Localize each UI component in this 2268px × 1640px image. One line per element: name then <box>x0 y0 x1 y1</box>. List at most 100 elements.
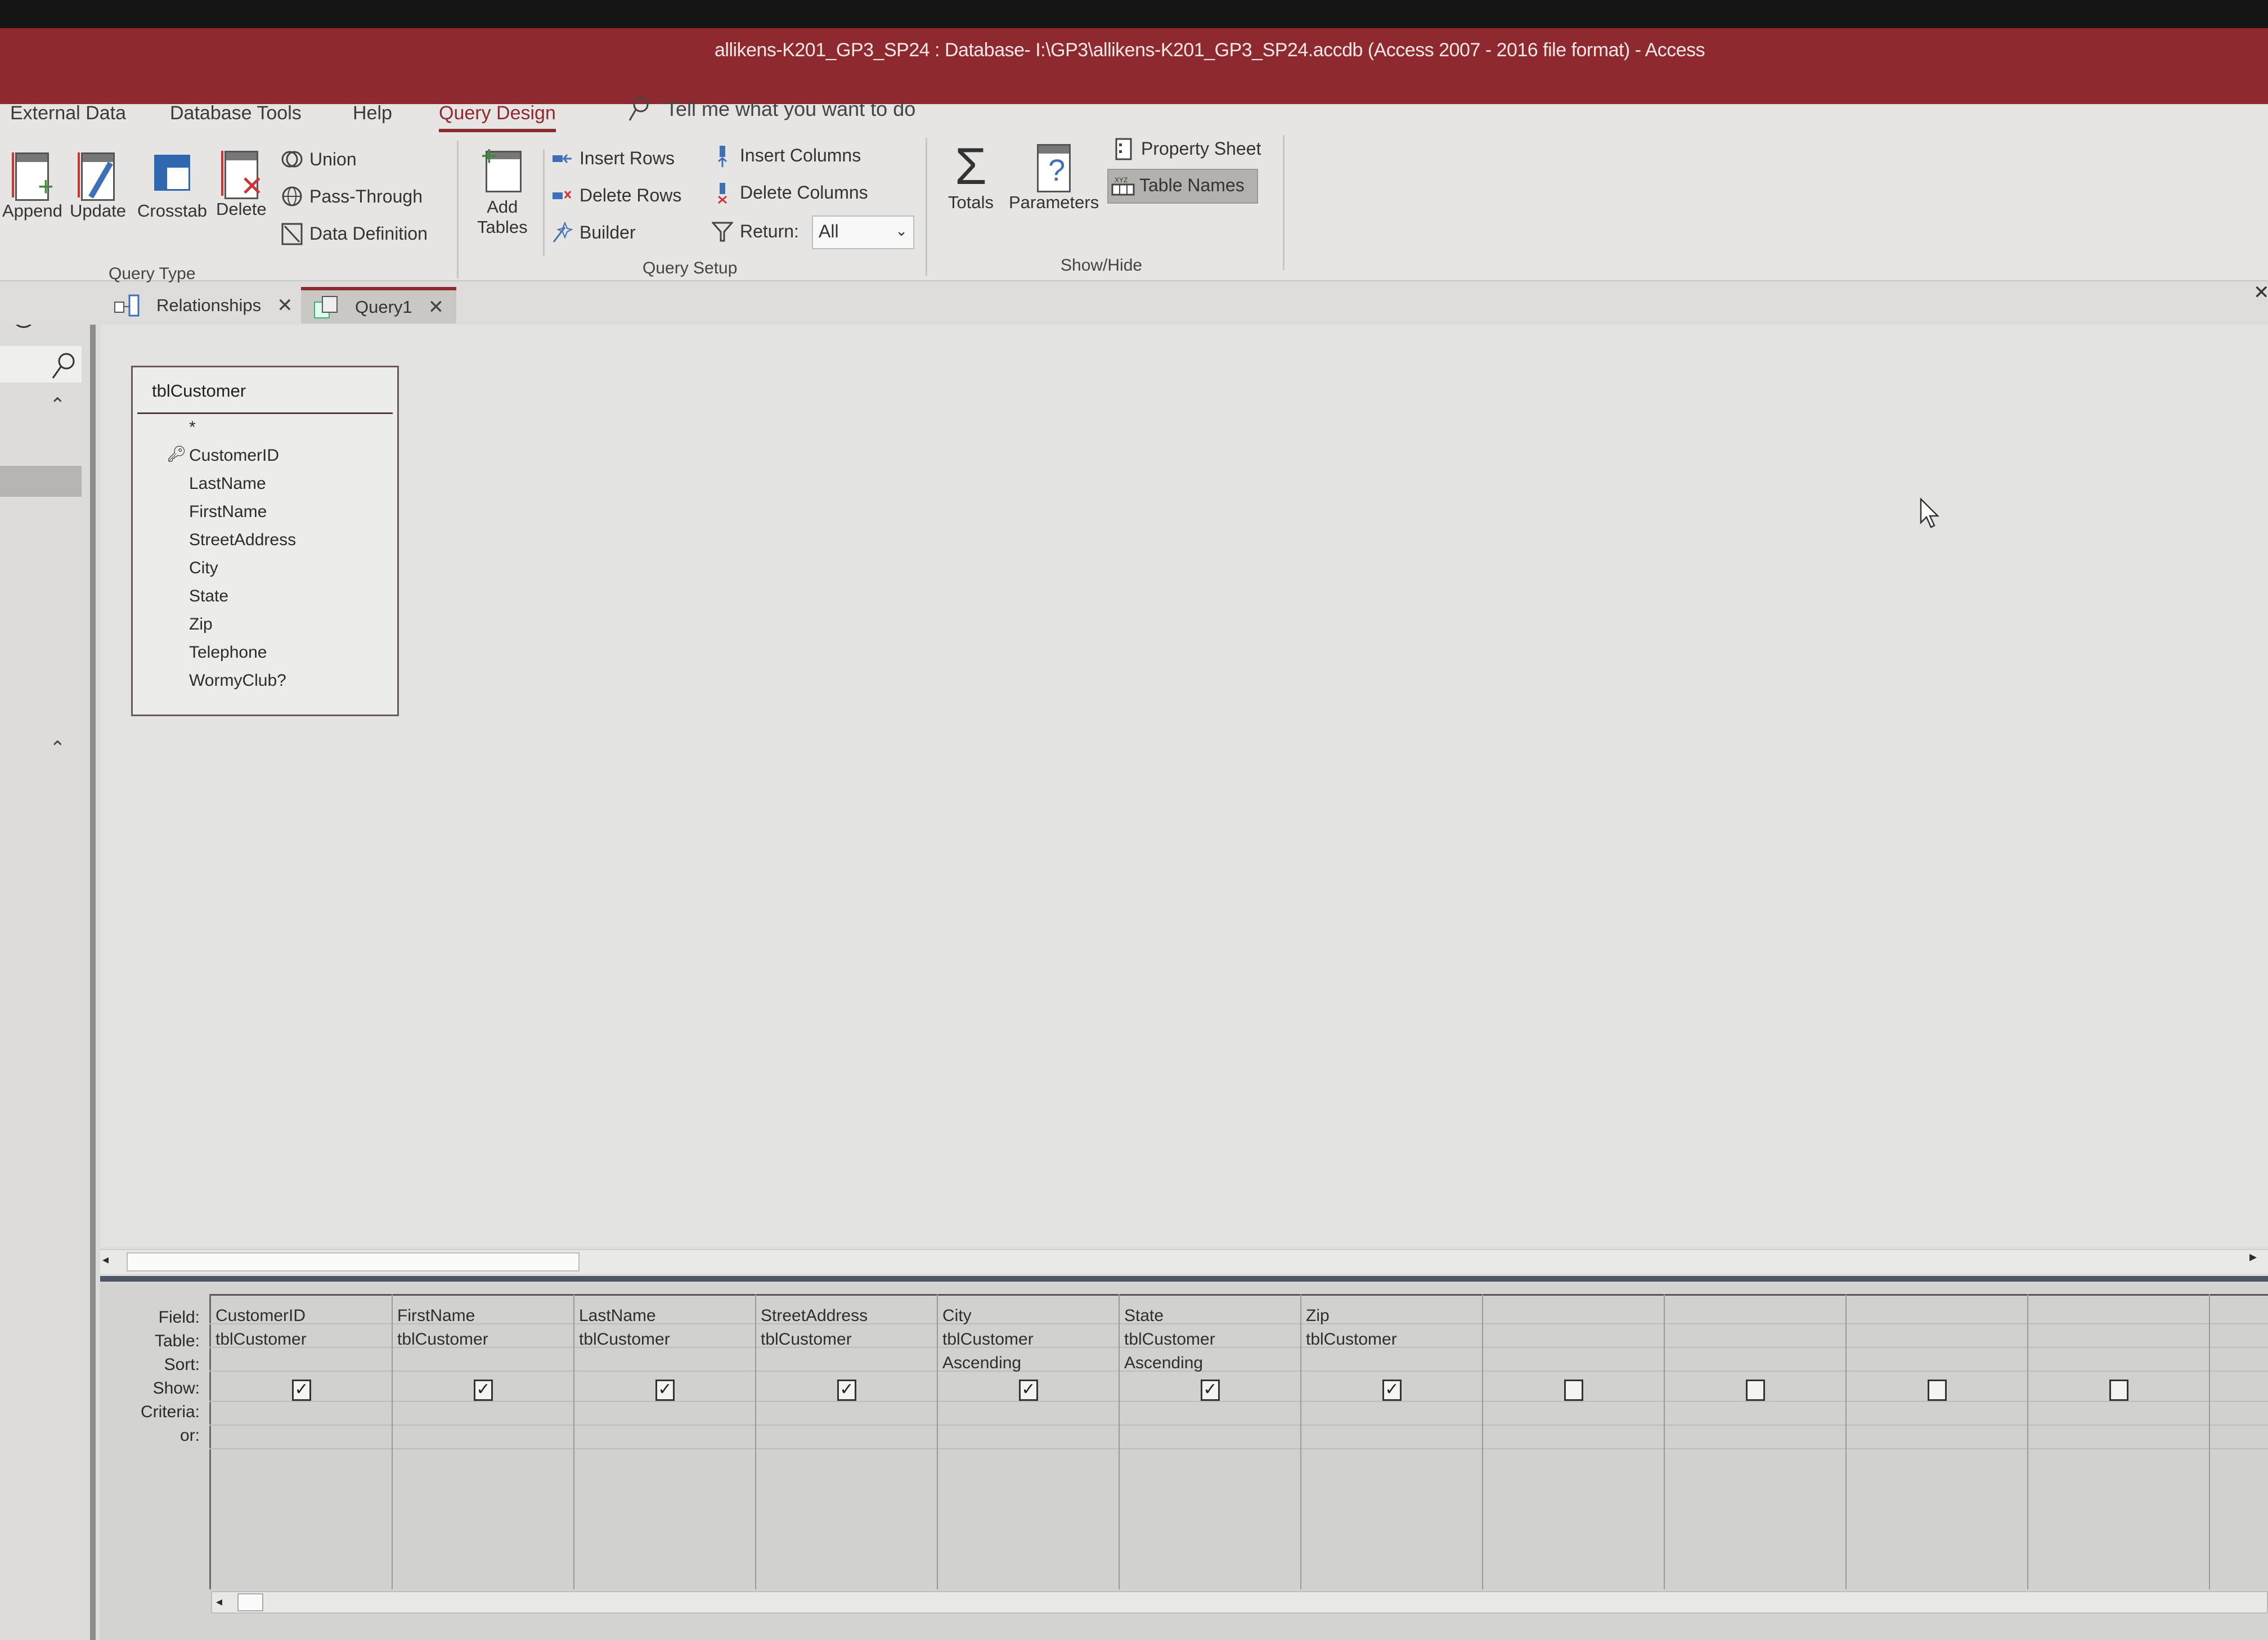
close-document-icon[interactable]: ✕ <box>2253 281 2268 304</box>
show-checkbox[interactable]: ✓ <box>292 1380 311 1401</box>
builder-button[interactable]: Builder <box>551 221 636 243</box>
grid-cell-sort[interactable]: Ascending <box>942 1354 1021 1373</box>
show-checkbox[interactable]: ✓ <box>837 1380 856 1401</box>
grid-cell-table[interactable]: tblCustomer <box>1306 1330 1397 1349</box>
update-label: Update <box>70 201 126 221</box>
tab-help[interactable]: Help <box>353 102 392 124</box>
close-icon[interactable]: ✕ <box>277 294 293 317</box>
field-list-item[interactable]: * <box>189 418 196 437</box>
grid-cell-table[interactable]: tblCustomer <box>579 1330 670 1349</box>
show-checkbox[interactable]: ✓ <box>474 1380 493 1401</box>
insert-columns-button[interactable]: Insert Columns <box>712 145 861 167</box>
show-checkbox[interactable] <box>1564 1380 1583 1401</box>
totals-button[interactable]: Σ Totals <box>948 141 994 213</box>
pass-through-button[interactable]: Pass-Through <box>281 186 423 207</box>
data-definition-button[interactable]: Data Definition <box>281 223 428 245</box>
field-list-item[interactable]: Telephone <box>189 643 267 662</box>
grid-column[interactable] <box>1847 1294 2028 1589</box>
grid-cell-field[interactable]: City <box>942 1306 972 1326</box>
crosstab-query-icon <box>150 149 195 201</box>
delete-rows-icon <box>551 185 573 206</box>
scroll-left-icon[interactable]: ◂ <box>102 1252 109 1267</box>
field-list-item[interactable]: StreetAddress <box>189 531 296 550</box>
tab-relationships-label: Relationships <box>156 295 262 315</box>
show-checkbox[interactable]: ✓ <box>1019 1380 1038 1401</box>
scroll-right-icon[interactable]: ▸ <box>2249 1248 2257 1265</box>
union-button[interactable]: Union <box>281 149 357 170</box>
show-checkbox[interactable]: ✓ <box>1201 1380 1220 1401</box>
show-checkbox[interactable]: ✓ <box>655 1380 675 1401</box>
field-list-item[interactable]: Zip <box>189 615 213 634</box>
field-list-item[interactable]: City <box>189 559 218 578</box>
crosstab-label: Crosstab <box>137 201 208 221</box>
tell-me-box[interactable]: Tell me what you want to do <box>627 96 915 123</box>
grid-cell-table[interactable]: tblCustomer <box>215 1330 307 1349</box>
parameters-label: Parameters <box>1009 192 1099 212</box>
tab-query-design[interactable]: Query Design <box>439 102 556 132</box>
grid-cell-field[interactable]: CustomerID <box>215 1306 306 1326</box>
insert-rows-button[interactable]: Insert Rows <box>551 147 675 169</box>
table-box-tblcustomer[interactable]: tblCustomer * 🔑︎ CustomerID LastName Fir… <box>131 366 399 716</box>
field-list-item[interactable]: FirstName <box>189 502 267 522</box>
tab-external-data[interactable]: External Data <box>10 102 126 124</box>
nav-selected-item[interactable] <box>0 466 82 497</box>
table-names-content: XYZ Table Names <box>1111 174 1245 196</box>
tab-database-tools[interactable]: Database Tools <box>170 102 302 124</box>
return-label: Return: <box>740 221 799 241</box>
field-list-item[interactable]: LastName <box>189 474 266 493</box>
delete-query-button[interactable]: ✕ Delete <box>216 147 267 219</box>
grid-cell-field[interactable]: StreetAddress <box>761 1306 868 1326</box>
return-dropdown[interactable]: All ⌄ <box>812 215 914 249</box>
scroll-left-icon[interactable]: ◂ <box>216 1594 222 1609</box>
grid-column[interactable]: StreetAddress tblCustomer ✓ <box>756 1294 938 1589</box>
tab-query1[interactable]: Query1 ✕ <box>301 287 457 323</box>
grid-column[interactable]: City tblCustomer Ascending ✓ <box>938 1294 1120 1589</box>
table-box-divider <box>137 412 393 414</box>
field-list-item[interactable]: WormyClub? <box>189 671 286 690</box>
pane-splitter[interactable] <box>100 1276 2268 1282</box>
grid-cell-field[interactable]: State <box>1124 1306 1164 1326</box>
show-checkbox[interactable]: ✓ <box>1382 1380 1402 1401</box>
grid-column[interactable] <box>1483 1294 1665 1589</box>
grid-cell-sort[interactable]: Ascending <box>1124 1354 1203 1373</box>
field-list-item[interactable]: CustomerID <box>189 446 279 465</box>
grid-column[interactable]: State tblCustomer Ascending ✓ <box>1120 1294 1301 1589</box>
grid-cell-table[interactable]: tblCustomer <box>942 1330 1034 1349</box>
parameters-button[interactable]: ? Parameters <box>1009 141 1099 213</box>
design-grid-horizontal-scrollbar[interactable] <box>211 1591 2268 1614</box>
grid-cell-field[interactable]: LastName <box>579 1306 656 1326</box>
group-label-query-type: Query Type <box>109 264 196 283</box>
append-button[interactable]: + Append <box>2 149 62 221</box>
add-tables-line1: Add <box>487 197 518 217</box>
delete-columns-button[interactable]: Delete Columns <box>712 182 868 204</box>
grid-column[interactable]: FirstName tblCustomer ✓ <box>393 1294 574 1589</box>
grid-column[interactable] <box>1665 1294 1847 1589</box>
grid-cell-table[interactable]: tblCustomer <box>1124 1330 1215 1349</box>
crosstab-button[interactable]: Crosstab <box>137 149 207 221</box>
grid-cell-table[interactable]: tblCustomer <box>397 1330 488 1349</box>
property-sheet-button[interactable]: Property Sheet <box>1113 138 1261 160</box>
grid-row-label-table: Table: <box>154 1332 200 1350</box>
grid-row-label-sort: Sort: <box>164 1355 200 1374</box>
scrollbar-thumb[interactable] <box>127 1252 580 1271</box>
field-list-item[interactable]: State <box>189 587 228 606</box>
add-tables-button[interactable]: + Add Tables <box>477 142 528 237</box>
show-checkbox[interactable] <box>1928 1380 1947 1401</box>
show-checkbox[interactable] <box>1746 1380 1765 1401</box>
grid-column[interactable]: CustomerID tblCustomer ✓ <box>211 1294 393 1589</box>
grid-column[interactable]: LastName tblCustomer ✓ <box>574 1294 756 1589</box>
query-icon <box>314 295 338 318</box>
show-checkbox[interactable] <box>2109 1380 2128 1401</box>
grid-column[interactable]: Zip tblCustomer ✓ <box>1301 1294 1483 1589</box>
grid-cell-field[interactable]: FirstName <box>397 1306 475 1326</box>
update-button[interactable]: Update <box>70 149 126 221</box>
chevron-up-icon[interactable]: ⌃ <box>50 394 66 416</box>
grid-column[interactable] <box>2028 1294 2210 1589</box>
close-icon[interactable]: ✕ <box>428 296 444 318</box>
grid-cell-field[interactable]: Zip <box>1306 1306 1330 1326</box>
chevron-up-icon[interactable]: ⌃ <box>50 737 66 760</box>
grid-cell-table[interactable]: tblCustomer <box>761 1330 852 1349</box>
delete-rows-button[interactable]: Delete Rows <box>551 185 681 206</box>
scrollbar-thumb[interactable] <box>237 1593 263 1611</box>
tab-relationships[interactable]: Relationships ✕ <box>101 287 306 323</box>
